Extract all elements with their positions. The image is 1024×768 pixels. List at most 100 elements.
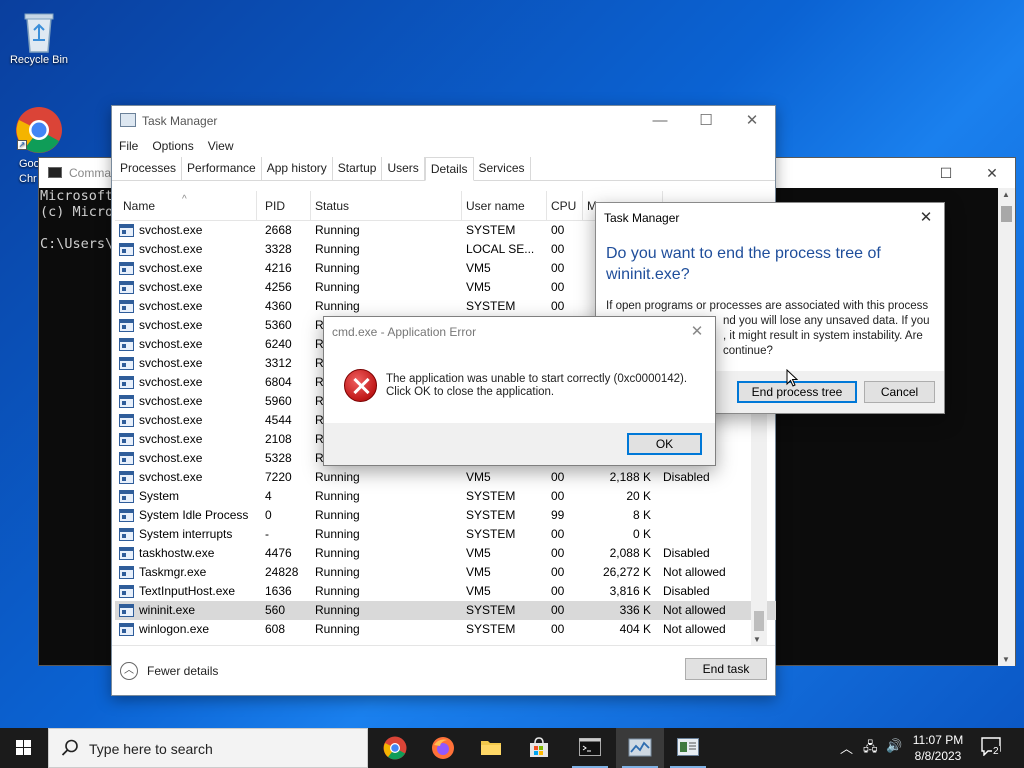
fewer-details-toggle[interactable]: ︿ Fewer details (120, 662, 218, 680)
application-error-dialog[interactable]: cmd.exe - Application Error ✕ The applic… (323, 316, 716, 466)
ok-button[interactable]: OK (627, 433, 702, 455)
cell-name: System interrupts (139, 527, 233, 541)
end-task-button[interactable]: End task (685, 658, 767, 680)
column-pid[interactable]: PID (261, 191, 311, 221)
cmd-line: Microsoft (40, 188, 114, 204)
menu-options[interactable]: Options (152, 139, 193, 153)
dialog-close-button[interactable]: ✕ (914, 206, 938, 230)
cell-name: wininit.exe (139, 603, 196, 617)
table-row[interactable]: svchost.exe 7220 Running VM5 00 2,188 K Disabl… (115, 468, 776, 487)
cell-user: SYSTEM (466, 489, 516, 503)
table-row[interactable]: TextInputHost.exe 1636 Running VM5 00 3,816 K… (115, 582, 776, 601)
cell-mem: 2,188 K (609, 470, 651, 484)
process-icon (119, 357, 134, 370)
menu-bar: File Options View (112, 135, 775, 157)
recycle-bin-desktop-icon[interactable]: Recycle Bin (1, 8, 77, 66)
chrome-icon (383, 736, 407, 760)
menu-file[interactable]: File (119, 139, 138, 153)
error-message-line: The application was unable to start corr… (386, 373, 688, 385)
cell-status: Running (315, 261, 360, 275)
dialog-title: Task Manager (604, 211, 680, 225)
windows-logo-icon (16, 740, 31, 755)
scroll-down-icon[interactable]: ▼ (753, 635, 761, 644)
chevron-up-icon[interactable]: ︿ (840, 738, 853, 757)
table-row[interactable]: winlogon.exe 608 Running SYSTEM 00 404 K Not a… (115, 620, 776, 639)
notification-center-button[interactable]: 2 (980, 736, 1006, 760)
table-row[interactable]: System 4 Running SYSTEM 00 20 K (115, 487, 776, 506)
column-cpu[interactable]: CPU (547, 191, 583, 221)
close-button[interactable]: ✕ (729, 106, 775, 135)
cell-pid: 7220 (265, 470, 292, 484)
taskbar-search-box[interactable]: Type here to search (48, 728, 368, 768)
taskbar-file-explorer[interactable] (467, 728, 515, 768)
tab-services[interactable]: Services (474, 157, 531, 180)
error-dialog-close-button[interactable]: ✕ (685, 320, 709, 344)
cell-cpu: 00 (551, 622, 565, 636)
taskbar-firefox[interactable] (419, 728, 467, 768)
error-dialog-title: cmd.exe - Application Error (332, 325, 477, 339)
cell-name: svchost.exe (139, 432, 203, 446)
table-row[interactable]: Taskmgr.exe 24828 Running VM5 00 26,272 K Not … (115, 563, 776, 582)
cell-name: svchost.exe (139, 242, 203, 256)
taskbar-command-prompt[interactable] (566, 728, 614, 768)
column-user-name[interactable]: User name (462, 191, 547, 221)
process-icon (119, 452, 134, 465)
table-row[interactable]: taskhostw.exe 4476 Running VM5 00 2,088 K Disa… (115, 544, 776, 563)
cell-pid: 2108 (265, 432, 292, 446)
cell-mem: 2,088 K (609, 546, 651, 560)
table-row[interactable]: System interrupts - Running SYSTEM 00 0 K (115, 525, 776, 544)
cell-user: LOCAL SE... (466, 242, 535, 256)
scroll-down-icon[interactable]: ▼ (1002, 655, 1010, 664)
cell-pid: 0 (265, 508, 272, 522)
maximize-button[interactable]: ☐ (683, 106, 729, 135)
cmd-maximize-button[interactable]: ☐ (923, 158, 969, 188)
tab-processes[interactable]: Processes (115, 157, 183, 180)
column-name[interactable]: Name ^ (115, 191, 257, 221)
taskbar-store[interactable] (515, 728, 563, 768)
menu-view[interactable]: View (208, 139, 234, 153)
taskbar-another-window[interactable] (664, 728, 712, 768)
cell-user: SYSTEM (466, 603, 516, 617)
taskbar-chrome[interactable] (371, 728, 419, 768)
dialog-question: Do you want to end the process tree of w… (606, 245, 881, 283)
table-row[interactable]: wininit.exe 560 Running SYSTEM 00 336 K Not al… (115, 601, 776, 620)
tab-startup[interactable]: Startup (333, 157, 383, 180)
process-icon (119, 471, 134, 484)
task-manager-footer: ︿ Fewer details End task (112, 645, 775, 695)
task-manager-titlebar[interactable]: Task Manager — ☐ ✕ (112, 106, 775, 135)
cell-mem: 336 K (619, 603, 651, 617)
cell-name: svchost.exe (139, 261, 203, 275)
cell-cpu: 00 (551, 261, 565, 275)
cell-pid: 1636 (265, 584, 292, 598)
network-icon[interactable]: 🖧 (863, 738, 878, 760)
tab-details[interactable]: Details (424, 157, 474, 181)
cell-pid: 6240 (265, 337, 292, 351)
cmd-scrollbar[interactable]: ▲ ▼ (998, 188, 1015, 666)
process-icon (119, 585, 134, 598)
tab-users[interactable]: Users (382, 157, 425, 180)
folder-icon (481, 741, 501, 755)
tab-app-history[interactable]: App history (262, 157, 333, 180)
cmd-line: C:\Users\ (40, 236, 114, 252)
taskbar-clock[interactable]: 11:07 PM 8/8/2023 (904, 732, 972, 764)
cmd-close-button[interactable]: ✕ (969, 158, 1015, 188)
volume-icon[interactable]: 🔊 (886, 738, 902, 754)
cell-status: Running (315, 223, 360, 237)
start-button[interactable] (0, 728, 48, 768)
scroll-up-icon[interactable]: ▲ (1002, 190, 1010, 199)
process-table-scroll-thumb[interactable] (754, 611, 764, 631)
cell-name: svchost.exe (139, 280, 203, 294)
cmd-scroll-thumb[interactable] (1001, 206, 1012, 222)
cell-name: svchost.exe (139, 470, 203, 484)
minimize-button[interactable]: — (637, 106, 683, 135)
process-icon (119, 566, 134, 579)
tab-performance[interactable]: Performance (182, 157, 262, 180)
cell-cpu: 00 (551, 527, 565, 541)
column-status[interactable]: Status (311, 191, 462, 221)
chrome-desktop-icon[interactable]: Goo Chr ↗ (1, 106, 77, 185)
process-icon (119, 604, 134, 617)
table-row[interactable]: System Idle Process 0 Running SYSTEM 99 8 K (115, 506, 776, 525)
cancel-button[interactable]: Cancel (864, 381, 935, 403)
cell-cpu: 00 (551, 470, 565, 484)
taskbar-task-manager[interactable] (616, 728, 664, 768)
